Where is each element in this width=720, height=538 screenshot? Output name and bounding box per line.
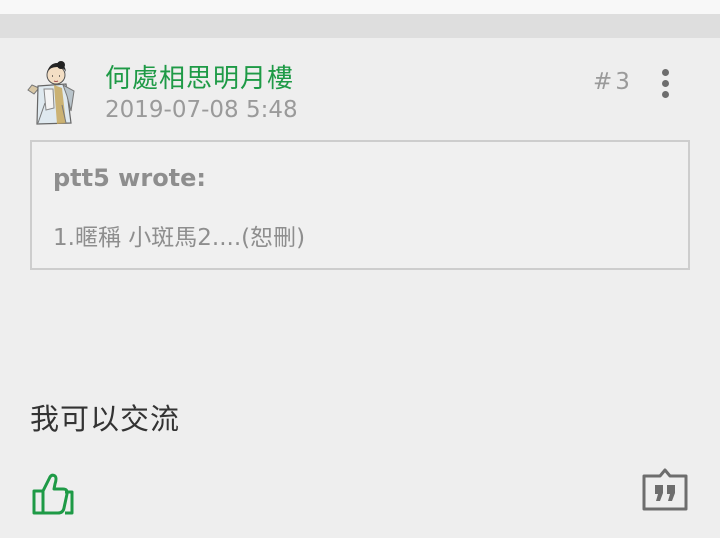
- author-name[interactable]: 何處相思明月樓: [105, 58, 294, 95]
- post-card: 何處相思明月樓 2019-07-08 5:48 #3 ptt5 wrote: 1…: [0, 38, 720, 538]
- more-vertical-icon: [662, 91, 669, 98]
- more-vertical-icon: [662, 80, 669, 87]
- thumbs-up-icon[interactable]: [30, 472, 74, 516]
- top-strip: [0, 0, 720, 14]
- more-vertical-icon: [662, 69, 669, 76]
- quote-text: 1.暱稱 小斑馬2....(恕刪): [53, 225, 306, 251]
- quote-block: ptt5 wrote: 1.暱稱 小斑馬2....(恕刪): [30, 140, 690, 270]
- quote-author: ptt5 wrote:: [53, 164, 207, 192]
- floor-number: #3: [593, 69, 633, 95]
- post-content: 我可以交流: [30, 402, 181, 436]
- post-date: 2019-07-08 5:48: [105, 97, 298, 123]
- quote-reply-icon[interactable]: [640, 466, 690, 512]
- more-options-button[interactable]: [648, 66, 682, 102]
- avatar[interactable]: [24, 60, 80, 126]
- post-divider: [0, 14, 720, 38]
